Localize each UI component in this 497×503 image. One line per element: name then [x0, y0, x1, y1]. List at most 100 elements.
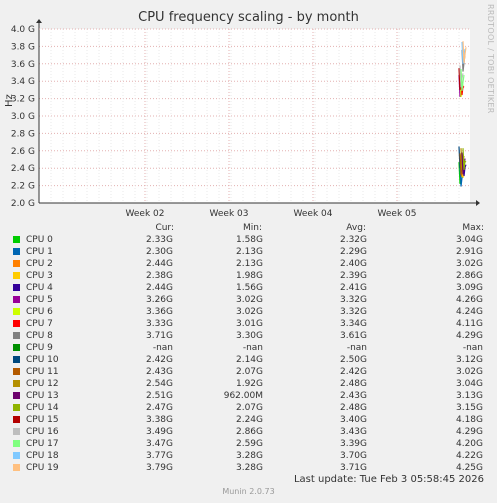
legend-swatch: [13, 464, 20, 471]
legend-min: 962.00M: [223, 391, 263, 401]
legend-max: 4.22G: [455, 451, 483, 461]
legend-min: 3.28G: [235, 463, 263, 473]
legend-header-row: Cur: Min: Avg: Max:: [0, 222, 497, 234]
legend-row: CPU 15 3.38G 2.24G 3.40G 4.18G: [0, 414, 497, 426]
legend-cur: 3.49G: [145, 427, 173, 437]
legend-header-cur: Cur:: [155, 223, 174, 233]
legend-min: 2.07G: [235, 367, 263, 377]
legend-max: 3.15G: [455, 403, 483, 413]
legend-series-name: CPU 4: [26, 283, 53, 293]
legend-max: 3.09G: [455, 283, 483, 293]
legend-swatch: [13, 236, 20, 243]
legend-cur: 3.33G: [145, 319, 173, 329]
legend-avg: 2.48G: [339, 379, 367, 389]
legend-avg: 2.40G: [339, 259, 367, 269]
legend-header-max: Max:: [462, 223, 484, 233]
legend-cur: 3.36G: [145, 307, 173, 317]
y-tick-label: 3.6 G: [11, 60, 35, 70]
legend-min: 1.58G: [235, 235, 263, 245]
legend-cur: 3.79G: [145, 463, 173, 473]
legend-row: CPU 5 3.26G 3.02G 3.32G 4.26G: [0, 294, 497, 306]
legend-series-name: CPU 12: [26, 379, 59, 389]
legend-row: CPU 14 2.47G 2.07G 2.48G 3.15G: [0, 402, 497, 414]
legend-max: 4.18G: [455, 415, 483, 425]
legend-avg: 3.40G: [339, 415, 367, 425]
legend-avg: -nan: [346, 343, 367, 353]
legend-cur: 2.51G: [145, 391, 173, 401]
legend-avg: 3.61G: [339, 331, 367, 341]
y-tick-label: 3.0 G: [11, 112, 35, 122]
legend-cur: 2.44G: [145, 259, 173, 269]
legend-series-name: CPU 8: [26, 331, 53, 341]
legend-series-name: CPU 7: [26, 319, 53, 329]
legend-min: 1.98G: [235, 271, 263, 281]
legend-swatch: [13, 440, 20, 447]
legend-avg: 2.39G: [339, 271, 367, 281]
legend-row: CPU 10 2.42G 2.14G 2.50G 3.12G: [0, 354, 497, 366]
legend-row: CPU 19 3.79G 3.28G 3.71G 4.25G: [0, 462, 497, 474]
legend-row: CPU 1 2.30G 2.13G 2.29G 2.91G: [0, 246, 497, 258]
legend-swatch: [13, 260, 20, 267]
y-tick-label: 3.4 G: [11, 77, 35, 87]
legend-series-name: CPU 2: [26, 259, 53, 269]
legend-cur: 2.44G: [145, 283, 173, 293]
legend-cur: 2.47G: [145, 403, 173, 413]
x-tick-label: Week 03: [210, 209, 249, 219]
legend-min: 2.59G: [235, 439, 263, 449]
legend-cur: 3.38G: [145, 415, 173, 425]
legend-series-name: CPU 3: [26, 271, 53, 281]
y-tick-label: 4.0 G: [11, 25, 35, 35]
y-tick-label: 2.2 G: [11, 182, 35, 192]
y-tick-label: 3.8 G: [11, 42, 35, 52]
legend-row: CPU 8 3.71G 3.30G 3.61G 4.29G: [0, 330, 497, 342]
legend-swatch: [13, 284, 20, 291]
legend-avg: 3.43G: [339, 427, 367, 437]
legend-series-name: CPU 14: [26, 403, 59, 413]
legend-series-name: CPU 9: [26, 343, 53, 353]
legend-avg: 3.32G: [339, 307, 367, 317]
legend-swatch: [13, 332, 20, 339]
legend-max: 4.11G: [455, 319, 483, 329]
legend-swatch: [13, 248, 20, 255]
legend-min: 2.24G: [235, 415, 263, 425]
munin-brand: Munin 2.0.73: [222, 487, 275, 496]
legend-swatch: [13, 404, 20, 411]
legend-min: 3.02G: [235, 307, 263, 317]
legend-series-name: CPU 5: [26, 295, 53, 305]
legend-row: CPU 7 3.33G 3.01G 3.34G 4.11G: [0, 318, 497, 330]
legend-max: 4.29G: [455, 427, 483, 437]
legend-min: 1.92G: [235, 379, 263, 389]
legend-swatch: [13, 428, 20, 435]
legend-series-name: CPU 16: [26, 427, 59, 437]
legend-max: 3.12G: [455, 355, 483, 365]
legend-row: CPU 13 2.51G 962.00M 2.43G 3.13G: [0, 390, 497, 402]
legend-swatch: [13, 308, 20, 315]
legend-swatch: [13, 272, 20, 279]
legend-series-name: CPU 0: [26, 235, 53, 245]
legend-avg: 3.70G: [339, 451, 367, 461]
legend-cur: 2.38G: [145, 271, 173, 281]
legend-min: 3.30G: [235, 331, 263, 341]
legend-max: 2.91G: [455, 247, 483, 257]
legend-swatch: [13, 344, 20, 351]
y-tick-label: 2.8 G: [11, 129, 35, 139]
legend-row: CPU 12 2.54G 1.92G 2.48G 3.04G: [0, 378, 497, 390]
legend-avg: 3.39G: [339, 439, 367, 449]
legend-max: 4.26G: [455, 295, 483, 305]
legend-row: CPU 3 2.38G 1.98G 2.39G 2.86G: [0, 270, 497, 282]
legend-series-name: CPU 18: [26, 451, 59, 461]
legend-row: CPU 0 2.33G 1.58G 2.32G 3.04G: [0, 234, 497, 246]
legend-min: 2.13G: [235, 259, 263, 269]
legend-avg: 2.32G: [339, 235, 367, 245]
legend-row: CPU 18 3.77G 3.28G 3.70G 4.22G: [0, 450, 497, 462]
legend-min: 3.02G: [235, 295, 263, 305]
legend-swatch: [13, 380, 20, 387]
y-axis-arrow: [36, 19, 42, 23]
legend-max: 4.20G: [455, 439, 483, 449]
legend-min: 2.07G: [235, 403, 263, 413]
legend-series-name: CPU 17: [26, 439, 59, 449]
legend-max: 4.29G: [455, 331, 483, 341]
legend-min: 2.13G: [235, 247, 263, 257]
legend-row: CPU 2 2.44G 2.13G 2.40G 3.02G: [0, 258, 497, 270]
legend-header-min: Min:: [242, 223, 262, 233]
